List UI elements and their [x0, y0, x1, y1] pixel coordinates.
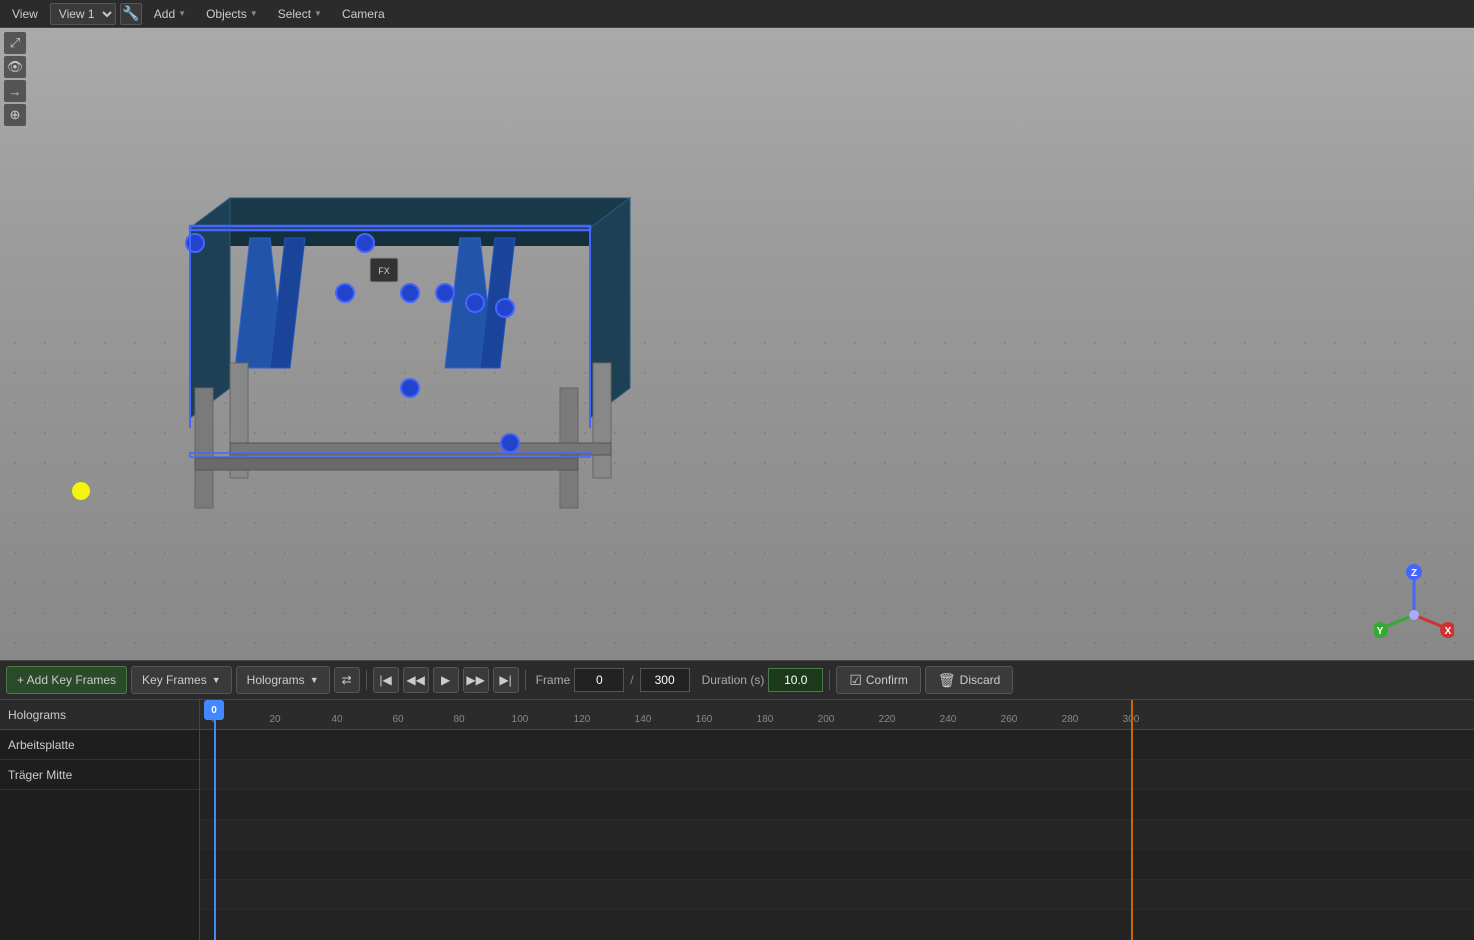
ruler-mark-160: 160: [696, 714, 713, 725]
axis-indicator: Z X Y: [1374, 560, 1454, 640]
hologram-item-1[interactable]: Träger Mitte: [0, 760, 199, 790]
ruler-mark-280: 280: [1062, 714, 1079, 725]
camera-menu[interactable]: Camera: [334, 5, 393, 23]
go-to-start-button[interactable]: |◀: [373, 667, 399, 693]
view-menu[interactable]: View: [4, 5, 46, 23]
fast-forward-button[interactable]: ▶▶: [463, 667, 489, 693]
ruler-mark-200: 200: [818, 714, 835, 725]
3d-table-model: FX: [130, 108, 690, 548]
track-row-1: [200, 760, 1474, 790]
hologram-item-0[interactable]: Arbeitsplatte: [0, 730, 199, 760]
track-row-5: [200, 880, 1474, 910]
end-frame-line: [1131, 700, 1133, 940]
frame-current-input[interactable]: [574, 668, 624, 692]
viewport-left-toolbar: ⤢ 👁 → ⊕: [0, 28, 30, 130]
go-to-end-button[interactable]: ▶|: [493, 667, 519, 693]
frame-cursor-line: [214, 700, 216, 940]
svg-text:Y: Y: [1377, 626, 1384, 637]
keyframes-dropdown-button[interactable]: Key Frames ▼: [131, 666, 232, 694]
timeline-ruler: 0 0 20 40 60 80 100 120 140 160 180 200 …: [200, 700, 1474, 730]
add-menu[interactable]: Add ▼: [146, 5, 194, 23]
ruler-mark-260: 260: [1001, 714, 1018, 725]
svg-text:X: X: [1445, 626, 1452, 637]
frame-slash: /: [630, 673, 633, 687]
duration-input[interactable]: [768, 668, 823, 692]
confirm-icon: ☑: [849, 672, 862, 689]
ruler-mark-80: 80: [453, 714, 464, 725]
navigate-tool[interactable]: →: [4, 80, 26, 102]
add-keyframes-button[interactable]: + Add Key Frames: [6, 666, 127, 694]
rewind-button[interactable]: ◀◀: [403, 667, 429, 693]
play-button[interactable]: ▶: [433, 667, 459, 693]
frame-label: Frame: [536, 673, 571, 687]
discard-icon: 🗑: [938, 672, 956, 689]
separator-1: [366, 670, 367, 690]
select-menu[interactable]: Select ▼: [270, 5, 330, 23]
svg-text:Z: Z: [1411, 568, 1417, 579]
separator-3: [829, 670, 830, 690]
timeline-bar: + Add Key Frames Key Frames ▼ Holograms …: [0, 660, 1474, 700]
holograms-dropdown-button[interactable]: Holograms ▼: [236, 666, 330, 694]
duration-label: Duration (s): [702, 673, 765, 687]
ruler-mark-180: 180: [757, 714, 774, 725]
frame-total-input[interactable]: [640, 668, 690, 692]
ruler-mark-100: 100: [512, 714, 529, 725]
hologram-list-header: Holograms: [0, 700, 199, 730]
confirm-button[interactable]: ☑ Confirm: [836, 666, 921, 694]
timeline-track-area[interactable]: 0 0 20 40 60 80 100 120 140 160 180 200 …: [200, 700, 1474, 940]
ruler-mark-40: 40: [331, 714, 342, 725]
track-row-2: [200, 790, 1474, 820]
svg-text:FX: FX: [378, 266, 390, 276]
crosshair-tool[interactable]: ⊕: [4, 104, 26, 126]
sync-button[interactable]: ⇄: [334, 667, 360, 693]
view-select[interactable]: View 1: [50, 3, 116, 25]
cursor-indicator: [72, 482, 90, 500]
eye-tool[interactable]: 👁: [4, 56, 26, 78]
ruler-mark-120: 120: [574, 714, 591, 725]
track-row-3: [200, 820, 1474, 850]
track-row-4: [200, 850, 1474, 880]
objects-menu[interactable]: Objects ▼: [198, 5, 266, 23]
top-menu-bar: View View 1 🔧 Add ▼ Objects ▼ Select ▼ C…: [0, 0, 1474, 28]
ruler-mark-220: 220: [879, 714, 896, 725]
discard-button[interactable]: 🗑 Discard: [925, 666, 1013, 694]
view-settings-icon[interactable]: 🔧: [120, 3, 142, 25]
hologram-list-panel: Holograms Arbeitsplatte Träger Mitte: [0, 700, 200, 940]
maximize-tool[interactable]: ⤢: [4, 32, 26, 54]
frame-cursor-head[interactable]: 0: [204, 700, 224, 720]
viewport-3d[interactable]: ⤢ 👁 → ⊕: [0, 28, 1474, 660]
separator-2: [525, 670, 526, 690]
ruler-mark-140: 140: [635, 714, 652, 725]
ruler-mark-240: 240: [940, 714, 957, 725]
ruler-mark-20: 20: [269, 714, 280, 725]
track-row-0: [200, 730, 1474, 760]
ruler-mark-60: 60: [392, 714, 403, 725]
timeline-area: Holograms Arbeitsplatte Träger Mitte 0 0…: [0, 700, 1474, 940]
